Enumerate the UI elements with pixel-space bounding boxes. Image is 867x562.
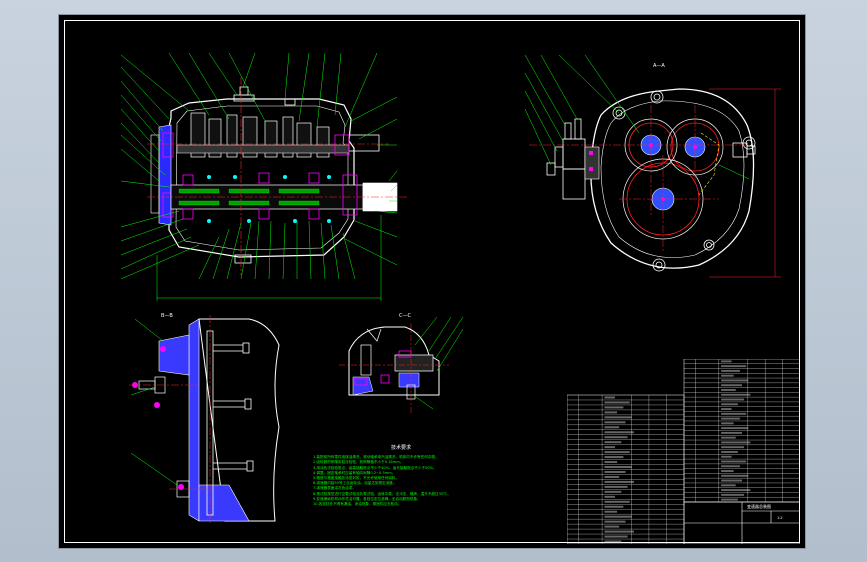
view-a-a: A—A [524, 54, 781, 278]
parts-list-cell-text [604, 480, 634, 483]
parts-list-cell-text [604, 485, 628, 488]
parts-list-cell-text [604, 466, 632, 469]
parts-list-cell-text [604, 540, 622, 543]
view-c-c-label: C—C [399, 313, 411, 319]
parts-list-cell-text [721, 489, 751, 492]
parts-list-cell-text [721, 465, 740, 468]
parts-list-cell-text [604, 470, 626, 473]
parts-list-cell-text [721, 393, 751, 396]
parts-list-cell-text [721, 417, 740, 420]
parts-list-cell-text [604, 510, 618, 513]
parts-list-cell-text [721, 360, 732, 363]
parts-list-cell-text [721, 498, 738, 501]
view-b-b-label: B—B [161, 313, 173, 319]
parts-list-cell-text [604, 421, 626, 424]
parts-list-cell-text [604, 456, 624, 459]
parts-list-cell-text [604, 416, 632, 419]
parts-list-cell-text [721, 384, 742, 387]
parts-list-cell-text [721, 398, 745, 401]
parts-list-cell-text [721, 403, 738, 406]
view-c-c: C—C [339, 313, 464, 415]
parts-list-cell-text [721, 455, 732, 458]
note-line: 10.各密封处不得有漏油、渗油现象，紧固件应无松动。 [313, 502, 402, 507]
parts-list-cell-text [721, 479, 742, 482]
main-section-view [120, 52, 409, 301]
parts-list-cell-text [721, 493, 745, 496]
notes-title: 技术要求 [390, 445, 411, 451]
parts-list-cell-text [604, 515, 632, 518]
parts-list-cell-text [604, 525, 620, 528]
parts-list-cell-text [604, 446, 615, 449]
title-scale: 1:2 [777, 516, 783, 520]
parts-list-title-block: 变速器总装图 1:2 [567, 359, 800, 544]
parts-list-cell-text [604, 520, 626, 523]
parts-list-cell-text [604, 490, 622, 493]
parts-list-cell-text [721, 365, 747, 368]
parts-list-cell-text [604, 396, 615, 399]
parts-list-cell-text [604, 530, 634, 533]
parts-list-cell-text [721, 441, 751, 444]
parts-list-cell-text [721, 446, 745, 449]
view-b-b: B—B [129, 313, 280, 525]
parts-list-cell-text [721, 470, 734, 472]
parts-list-cell-text [604, 411, 618, 414]
parts-list-cell-text [721, 460, 747, 463]
parts-list-cell-text [604, 451, 630, 454]
parts-list-cell-text [721, 412, 747, 415]
parts-list-cell-text [604, 500, 630, 503]
parts-list-cell-text [721, 450, 738, 453]
parts-list-cell-text [721, 422, 734, 425]
parts-list-lower-rows [567, 395, 684, 544]
title-drawing-name: 变速器总装图 [747, 503, 771, 509]
parts-list-cell-text [604, 475, 620, 478]
parts-list-cell-text [721, 431, 742, 434]
parts-list-cell-text [721, 374, 734, 377]
parts-list-upper-rows [684, 359, 800, 502]
parts-list-cell-text [721, 408, 732, 411]
parts-list-cell-text [721, 484, 736, 487]
parts-list-cell-text [604, 431, 634, 434]
parts-list-cell-text [604, 426, 620, 429]
parts-list-cell-text [721, 436, 736, 439]
parts-list-cell-text [604, 401, 630, 404]
parts-list-cell-text [721, 379, 749, 382]
parts-list-cell-text [604, 461, 618, 464]
parts-list-cell-text [721, 427, 749, 430]
parts-list-cell-text [604, 495, 615, 498]
parts-list-cell-text [721, 474, 749, 477]
view-a-a-label: A—A [653, 63, 665, 69]
technical-notes: 技术要求 1.装配前所有零件用煤油清洗，滚动轴承用汽油清洗，机体内不许有任何杂物… [313, 445, 509, 507]
drawing-sheet: A—A B—B C—C 技术要求 1.装配前所有零件用煤油清洗，滚动轴承用汽油清… [58, 14, 806, 549]
parts-list-cell-text [604, 535, 628, 538]
parts-list-cell-text [604, 406, 624, 409]
parts-list-cell-text [604, 436, 628, 439]
parts-list-cell-text [721, 389, 736, 391]
parts-list-cell-text [721, 369, 740, 372]
parts-list-cell-text [604, 505, 624, 508]
parts-list-cell-text [604, 441, 622, 444]
